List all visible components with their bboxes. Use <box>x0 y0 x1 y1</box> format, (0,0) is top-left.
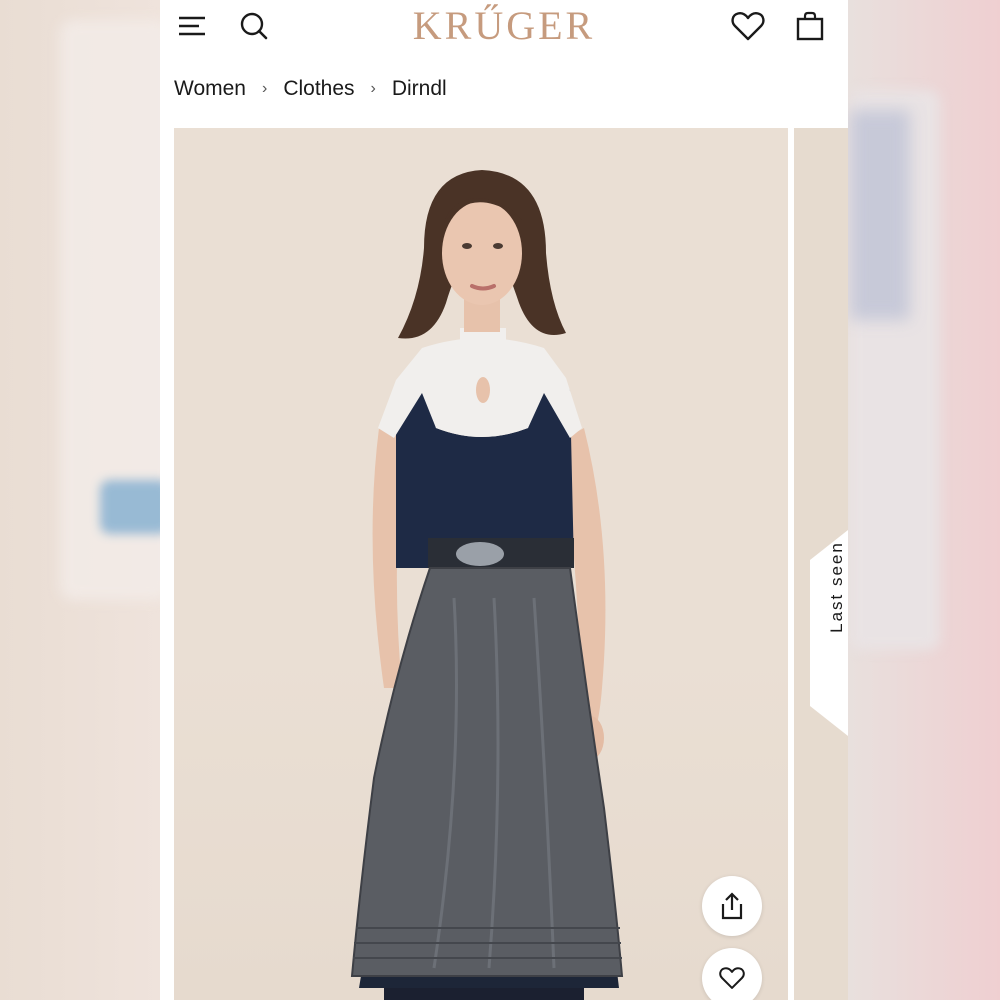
site-header: KRŰGER <box>160 0 848 56</box>
shopping-bag-icon <box>796 11 824 41</box>
breadcrumb-separator: › <box>370 80 376 97</box>
dirndl-model-photo <box>350 170 624 1000</box>
last-seen-tab[interactable]: Last seen <box>810 530 848 736</box>
favorite-button[interactable] <box>702 948 762 1000</box>
breadcrumb: Women › Clothes › Dirndl <box>174 74 447 104</box>
breadcrumb-dirndl[interactable]: Dirndl <box>392 77 447 101</box>
wishlist-button[interactable] <box>726 6 770 46</box>
backdrop-image <box>850 110 910 320</box>
product-image[interactable] <box>174 128 788 1000</box>
heart-icon <box>719 967 745 989</box>
breadcrumb-clothes[interactable]: Clothes <box>283 77 354 101</box>
last-seen-label: Last seen <box>827 541 846 633</box>
share-button[interactable] <box>702 876 762 936</box>
mobile-page: KRŰGER Women › Clothes › Dirndl Last see… <box>160 0 848 1000</box>
heart-icon <box>731 12 765 41</box>
breadcrumb-women[interactable]: Women <box>174 77 246 101</box>
share-icon <box>721 892 743 920</box>
breadcrumb-separator: › <box>261 80 268 97</box>
cart-button[interactable] <box>788 6 832 46</box>
